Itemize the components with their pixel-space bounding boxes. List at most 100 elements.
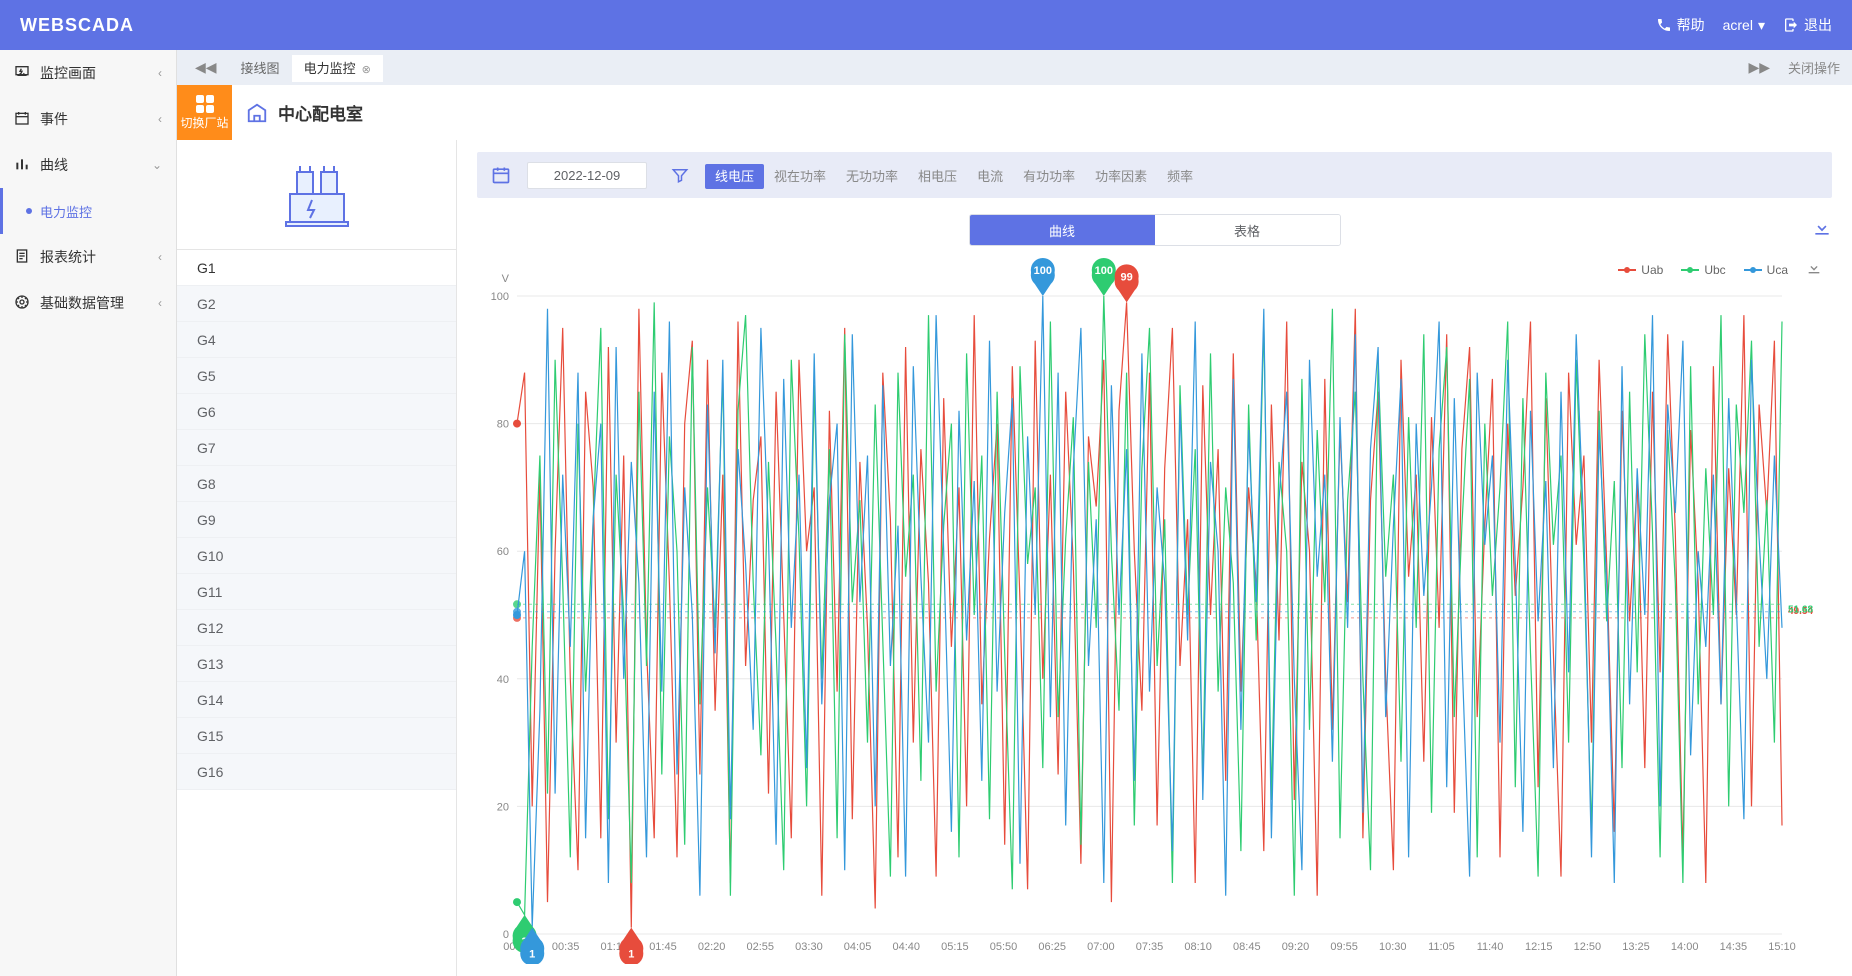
pin-Uca-max: 100 [1031, 258, 1055, 296]
svg-text:11:05: 11:05 [1428, 941, 1455, 953]
metric-有功功率[interactable]: 有功功率 [1013, 164, 1085, 189]
close-icon[interactable]: ⊗ [362, 64, 371, 76]
svg-text:100: 100 [1034, 265, 1052, 277]
device-item-G7[interactable]: G7 [177, 430, 456, 466]
device-item-G10[interactable]: G10 [177, 538, 456, 574]
tab-电力监控[interactable]: 电力监控⊗ [292, 55, 383, 82]
date-input[interactable] [527, 162, 647, 189]
svg-text:05:50: 05:50 [990, 941, 1018, 953]
metric-频率[interactable]: 频率 [1157, 164, 1203, 189]
metric-视在功率[interactable]: 视在功率 [764, 164, 836, 189]
device-item-G2[interactable]: G2 [177, 286, 456, 322]
device-item-G8[interactable]: G8 [177, 466, 456, 502]
chevron-right-icon: ‹ [158, 250, 162, 264]
device-item-G13[interactable]: G13 [177, 646, 456, 682]
chart-download-icon[interactable] [1806, 260, 1822, 279]
svg-text:05:15: 05:15 [941, 941, 969, 953]
grid-icon [196, 95, 214, 113]
help-label: 帮助 [1677, 15, 1705, 35]
metric-电流[interactable]: 电流 [967, 164, 1013, 189]
device-item-G14[interactable]: G14 [177, 682, 456, 718]
metric-相电压[interactable]: 相电压 [908, 164, 967, 189]
svg-text:V: V [502, 273, 510, 285]
logo: WEBSCADA [20, 15, 134, 36]
transformer-image [177, 140, 456, 250]
device-item-G6[interactable]: G6 [177, 394, 456, 430]
logout-label: 退出 [1804, 15, 1832, 35]
tab-prev-icon[interactable]: ◀◀ [189, 59, 223, 76]
device-item-G15[interactable]: G15 [177, 718, 456, 754]
svg-text:20: 20 [497, 801, 509, 813]
device-item-G9[interactable]: G9 [177, 502, 456, 538]
page-title: 中心配电室 [278, 100, 363, 125]
page-title-row: 中心配电室 [232, 85, 377, 140]
svg-text:08:10: 08:10 [1184, 941, 1212, 953]
switch-station-button[interactable]: 切换厂站 [177, 85, 232, 140]
chart-legend: Uab Ubc Uca [1618, 260, 1822, 279]
svg-text:11:40: 11:40 [1477, 941, 1504, 953]
user-menu[interactable]: acrel ▾ [1723, 17, 1765, 34]
view-toggle: 曲线 表格 [477, 214, 1832, 246]
legend-Uab[interactable]: Uab [1618, 263, 1663, 277]
event-icon [14, 110, 30, 129]
svg-text:1: 1 [529, 949, 535, 961]
sidebar-label: 曲线 [40, 155, 68, 175]
legend-Uca[interactable]: Uca [1744, 263, 1788, 277]
phone-icon [1656, 17, 1672, 33]
svg-text:14:35: 14:35 [1720, 941, 1748, 953]
pin-Uab-max: 99 [1115, 264, 1139, 302]
report-icon [14, 248, 30, 267]
device-item-G12[interactable]: G12 [177, 610, 456, 646]
download-icon[interactable] [1812, 218, 1832, 238]
main: ◀◀ 接线图电力监控⊗ ▶▶ 关闭操作 切换厂站 中心配电室 [177, 50, 1852, 976]
sidebar-item-基础数据管理[interactable]: 基础数据管理‹ [0, 280, 176, 326]
chart-area: Uab Ubc Uca 020406080100V00:0000:3501:1001… [477, 256, 1832, 964]
table-toggle[interactable]: 表格 [1155, 215, 1340, 245]
device-item-G11[interactable]: G11 [177, 574, 456, 610]
svg-text:1: 1 [628, 949, 634, 961]
sidebar-item-曲线[interactable]: 曲线 ⌄ [0, 142, 176, 188]
svg-text:12:15: 12:15 [1525, 941, 1553, 953]
sidebar-item-报表统计[interactable]: 报表统计 ‹ [0, 234, 176, 280]
metric-线电压[interactable]: 线电压 [705, 164, 764, 189]
chart-icon [14, 156, 30, 175]
sidebar-label: 报表统计 [40, 247, 96, 267]
caret-down-icon: ▾ [1758, 17, 1765, 34]
device-item-G4[interactable]: G4 [177, 322, 456, 358]
device-list: G1G2G4G5G6G7G8G9G10G11G12G13G14G15G16 [177, 250, 456, 976]
user-label: acrel [1723, 17, 1753, 33]
device-item-G1[interactable]: G1 [177, 250, 456, 286]
sidebar-item-事件[interactable]: 事件‹ [0, 96, 176, 142]
logout-button[interactable]: 退出 [1783, 15, 1832, 35]
tab-next-icon[interactable]: ▶▶ [1742, 59, 1776, 76]
svg-text:07:00: 07:00 [1087, 941, 1115, 953]
sidebar: 监控画面 ‹ 事件‹ 曲线 ⌄ 电力监控报表统计 ‹ 基础数据管理‹ [0, 50, 177, 976]
sidebar-label: 监控画面 [40, 63, 96, 83]
svg-text:100: 100 [491, 291, 509, 303]
svg-text:07:35: 07:35 [1136, 941, 1164, 953]
svg-text:14:00: 14:00 [1671, 941, 1699, 953]
svg-text:80: 80 [497, 419, 509, 431]
building-icon [246, 102, 268, 124]
tab-接线图[interactable]: 接线图 [229, 55, 292, 82]
sidebar-item-监控画面[interactable]: 监控画面 ‹ [0, 50, 176, 96]
close-ops-button[interactable]: 关闭操作 [1788, 58, 1840, 77]
device-item-G5[interactable]: G5 [177, 358, 456, 394]
chevron-right-icon: ‹ [158, 66, 162, 80]
curve-toggle[interactable]: 曲线 [970, 215, 1155, 245]
metric-功率因素[interactable]: 功率因素 [1085, 164, 1157, 189]
device-item-G16[interactable]: G16 [177, 754, 456, 790]
pin-Ubc-max: 100 [1092, 258, 1116, 296]
metric-无功功率[interactable]: 无功功率 [836, 164, 908, 189]
logout-icon [1783, 17, 1799, 33]
line-chart: 020406080100V00:0000:3501:1001:4502:2002… [477, 256, 1832, 964]
svg-text:12:50: 12:50 [1574, 941, 1602, 953]
chevron-down-icon: ⌄ [152, 158, 162, 172]
svg-text:00:35: 00:35 [552, 941, 580, 953]
sidebar-child-电力监控[interactable]: 电力监控 [0, 188, 176, 234]
help-link[interactable]: 帮助 [1656, 15, 1705, 35]
svg-text:0: 0 [503, 929, 509, 941]
svg-text:02:20: 02:20 [698, 941, 726, 953]
legend-Ubc[interactable]: Ubc [1681, 263, 1725, 277]
svg-text:04:05: 04:05 [844, 941, 872, 953]
